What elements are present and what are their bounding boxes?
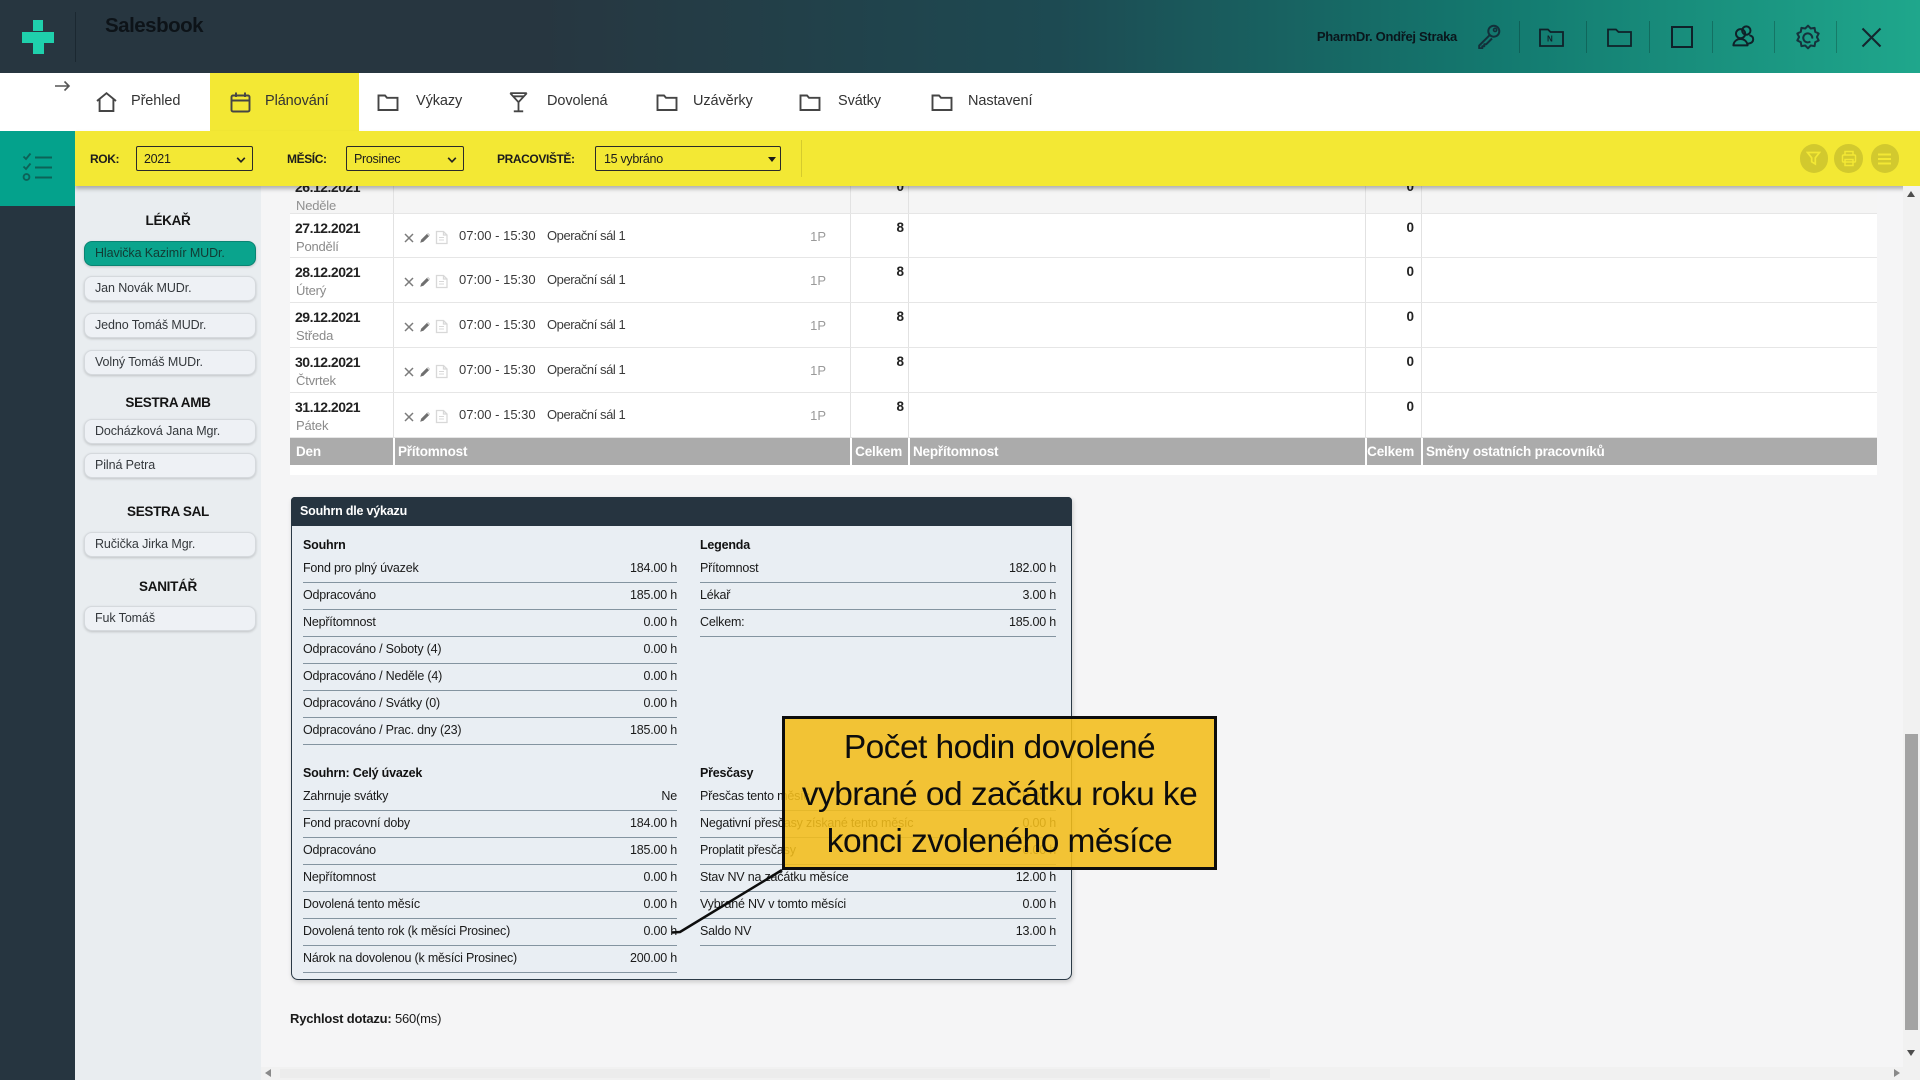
svg-text:N: N [1547,35,1553,44]
